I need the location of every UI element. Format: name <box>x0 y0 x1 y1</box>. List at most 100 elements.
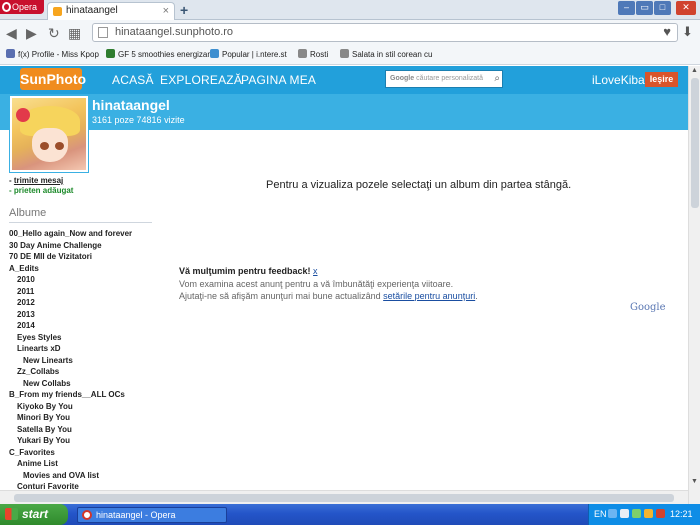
sunphoto-logo[interactable]: SunPhoto <box>20 68 86 90</box>
select-album-hint: Pentru a vizualiza pozele selectaţi un a… <box>266 179 572 191</box>
window-maximize-button[interactable]: □ <box>654 1 671 15</box>
tray-network-icon[interactable] <box>608 509 617 518</box>
album-item[interactable]: New Linearts <box>9 355 159 367</box>
address-bar[interactable]: hinataangel.sunphoto.ro ♥ <box>92 23 678 42</box>
reload-icon[interactable]: ↻ <box>48 25 60 42</box>
bookmark-item[interactable]: f(x) Profile - Miss Kpop <box>6 49 99 59</box>
speed-dial-icon[interactable]: ▦ <box>68 25 81 42</box>
google-search-brand: Google <box>390 75 415 82</box>
bookmark-favicon-icon <box>340 49 349 58</box>
tray-security-icon[interactable] <box>644 509 653 518</box>
vertical-scroll-thumb[interactable] <box>691 78 699 208</box>
back-icon[interactable]: ◀ <box>6 25 17 42</box>
album-item[interactable]: 2012 <box>9 297 159 309</box>
scroll-down-icon[interactable]: ▼ <box>691 478 698 485</box>
bookmark-label: Rosti <box>310 50 329 59</box>
avatar-eye <box>40 142 49 150</box>
tray-alert-icon[interactable] <box>656 509 665 518</box>
album-item[interactable]: Yukari By You <box>9 435 159 447</box>
scroll-up-icon[interactable]: ▲ <box>691 67 698 74</box>
album-item[interactable]: 70 DE MII de Vizitatori <box>9 251 159 263</box>
bookmark-heart-icon[interactable]: ♥ <box>663 23 671 40</box>
album-item[interactable]: Minori By You <box>9 412 159 424</box>
language-indicator[interactable]: EN <box>594 509 607 519</box>
album-item[interactable]: 30 Day Anime Challenge <box>9 240 159 252</box>
forward-icon[interactable]: ▶ <box>26 25 37 42</box>
bookmark-item[interactable]: GF 5 smoothies energizant <box>106 49 214 59</box>
album-item[interactable]: B_From my friends__ALL OCs <box>9 389 159 401</box>
album-item[interactable]: 2011 <box>9 286 159 298</box>
album-item[interactable]: 2014 <box>9 320 159 332</box>
start-button[interactable]: start <box>0 504 68 525</box>
page-icon <box>98 27 108 38</box>
window-close-button[interactable]: ✕ <box>676 1 696 15</box>
profile-actions: - trimite mesaj - prieten adăugat <box>9 176 73 196</box>
album-item[interactable]: Linearts xD <box>9 343 159 355</box>
albums-divider <box>9 222 152 223</box>
album-item[interactable]: Movies and OVA list <box>9 470 159 482</box>
album-item[interactable]: 2010 <box>9 274 159 286</box>
taskbar-opera-window[interactable]: hinataangel - Opera <box>77 507 227 523</box>
nav-explore[interactable]: EXPLOREAZĂ <box>160 73 242 87</box>
browser-tab-strip: Opera hinataangel × + – ▭ □ ✕ <box>0 0 700 20</box>
google-logo: Google <box>630 302 666 313</box>
horizontal-scrollbar[interactable] <box>0 490 688 504</box>
album-item[interactable]: C_Favorites <box>9 447 159 459</box>
profile-stats: 3161 poze 74816 vizite <box>92 115 185 125</box>
feedback-title-text: Vă mulţumim pentru feedback! <box>179 266 311 276</box>
album-item[interactable]: Zz_Collabs <box>9 366 159 378</box>
ad-settings-link[interactable]: setările pentru anunţuri <box>383 291 475 301</box>
avatar-ribbon <box>16 108 30 122</box>
search-icon[interactable]: ⌕ <box>494 71 500 87</box>
tab-hinataangel[interactable]: hinataangel × <box>47 2 175 20</box>
bookmark-label: Salata in stil corean cu <box>352 50 433 59</box>
album-item[interactable]: Kiyoko By You <box>9 401 159 413</box>
sunphoto-favicon-icon <box>53 7 62 16</box>
album-item[interactable]: 2013 <box>9 309 159 321</box>
nav-home[interactable]: ACASĂ <box>112 73 154 87</box>
send-message-link[interactable]: - trimite mesaj <box>9 176 73 186</box>
feedback-period: . <box>475 291 478 301</box>
bookmark-favicon-icon <box>106 49 115 58</box>
send-message-label: trimite mesaj <box>13 176 64 185</box>
bookmark-item[interactable]: Popular | i.ntere.st <box>210 49 287 59</box>
tray-volume-icon[interactable] <box>620 509 629 518</box>
logout-button[interactable]: Ieşire <box>645 72 678 87</box>
address-toolbar: ◀ ▶ ↻ ▦ hinataangel.sunphoto.ro ♥ <box>0 20 700 46</box>
album-item[interactable]: A_Edits <box>9 263 159 275</box>
feedback-close-link[interactable]: x <box>313 266 318 276</box>
feedback-line-2-prefix: Ajutaţi-ne să afişăm anunţuri mai bune a… <box>179 291 381 301</box>
opera-menu-label: Opera <box>12 2 38 12</box>
avatar[interactable] <box>10 96 88 172</box>
download-icon[interactable]: ⬇ <box>682 24 693 40</box>
window-minimize-button[interactable]: – <box>618 1 635 15</box>
tab-close-icon[interactable]: × <box>163 3 169 19</box>
search-input[interactable]: Google căutare personalizată ⌕ <box>385 70 503 88</box>
tray-app-icon[interactable] <box>632 509 641 518</box>
album-item[interactable]: New Collabs <box>9 378 159 390</box>
bookmark-favicon-icon <box>298 49 307 58</box>
bookmark-item[interactable]: Salata in stil corean cu <box>340 49 433 59</box>
taskbar-clock: 12:21 <box>670 509 693 519</box>
album-item[interactable]: Anime List <box>9 458 159 470</box>
album-item[interactable]: 00_Hello again_Now and forever <box>9 228 159 240</box>
albums-list: 00_Hello again_Now and forever 30 Day Ani… <box>9 228 159 504</box>
bookmark-label: f(x) Profile - Miss Kpop <box>18 50 99 59</box>
opera-icon <box>82 510 92 520</box>
nav-my-page[interactable]: PAGINA MEA <box>241 73 316 87</box>
album-item[interactable]: Satella By You <box>9 424 159 436</box>
user-link[interactable]: iLoveKiba <box>592 73 645 87</box>
taskbar-window-label: hinataangel - Opera <box>96 510 176 520</box>
address-text: hinataangel.sunphoto.ro <box>115 26 234 38</box>
vertical-scrollbar[interactable]: ▲ ▼ <box>688 66 700 504</box>
album-item[interactable]: Eyes Styles <box>9 332 159 344</box>
feedback-title: Vă mulţumim pentru feedback! x <box>179 266 318 276</box>
window-tile-button[interactable]: ▭ <box>636 1 653 15</box>
bookmark-label: Popular | i.ntere.st <box>222 50 287 59</box>
new-tab-button[interactable]: + <box>180 2 188 18</box>
search-placeholder: căutare personalizată <box>416 75 484 82</box>
opera-icon <box>2 2 11 12</box>
opera-menu-button[interactable]: Opera <box>0 0 44 14</box>
horizontal-scroll-thumb[interactable] <box>14 494 674 502</box>
bookmark-item[interactable]: Rosti <box>298 49 328 59</box>
